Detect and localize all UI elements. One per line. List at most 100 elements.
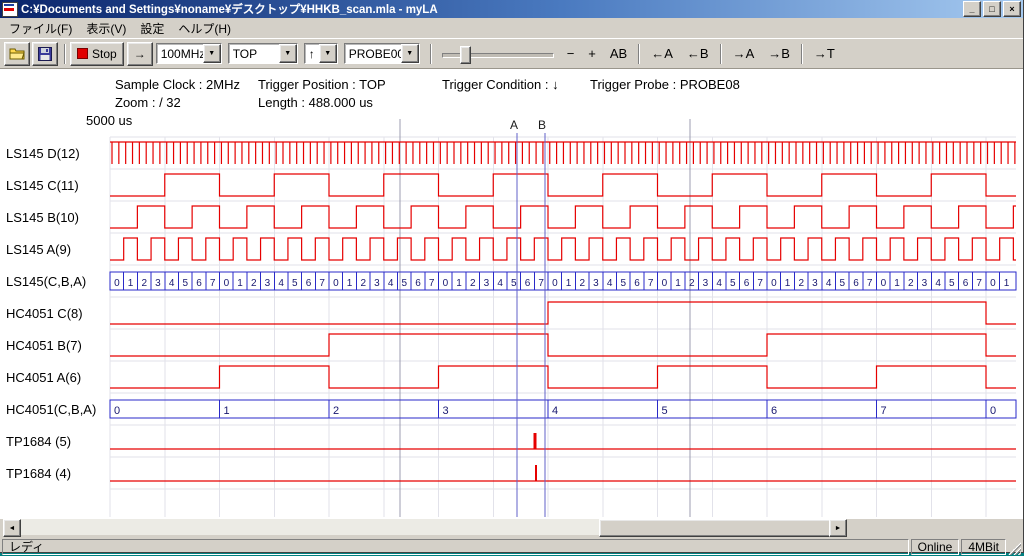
status-online: Online [911, 539, 960, 555]
zoom-slider[interactable] [442, 43, 554, 65]
trigger-pos-select[interactable]: TOP ▼ [228, 43, 298, 64]
bus-value: 4 [388, 278, 394, 289]
minimize-button[interactable]: _ [963, 1, 981, 17]
trigger-pos-dropdown-button[interactable]: ▼ [279, 44, 297, 63]
bus-value: 5 [840, 278, 846, 289]
scroll-right-button[interactable]: ► [829, 519, 847, 537]
menu-view[interactable]: 表示(V) [79, 18, 133, 39]
title-bar[interactable]: C:¥Documents and Settings¥noname¥デスクトップ¥… [0, 0, 1023, 18]
maximize-button[interactable]: □ [983, 1, 1001, 17]
bus-value: 5 [511, 278, 517, 289]
bus-value: 2 [333, 405, 339, 417]
channel-label: LS145 D(12) [6, 146, 80, 161]
bus-value: 6 [306, 278, 312, 289]
edge-value: ↑ [309, 47, 319, 61]
scrollbar-row: ◄ ► [0, 519, 1023, 536]
stop-label: Stop [92, 47, 117, 61]
goto-a-right-button[interactable]: →A [726, 42, 762, 66]
edge-select[interactable]: ↑ ▼ [304, 43, 338, 64]
goto-trigger-button[interactable]: →T [807, 42, 842, 66]
horizontal-scrollbar[interactable]: ◄ ► [3, 519, 847, 535]
toolbar-separator [638, 44, 640, 64]
zoom-slider-handle[interactable] [460, 46, 471, 64]
channel-label: LS145 A(9) [6, 242, 71, 257]
cursor-A-label: A [510, 118, 518, 132]
bus-value: 2 [141, 278, 147, 289]
bus-value: 6 [771, 405, 777, 417]
bus-value: 3 [443, 405, 449, 417]
waveform-HC4051 B(7) [110, 334, 1016, 356]
goto-b-left-button[interactable]: ←B [680, 42, 716, 66]
zoom-in-button[interactable]: + [581, 42, 603, 66]
bus-value: 4 [169, 278, 175, 289]
bus-value: 4 [497, 278, 503, 289]
channel-label: HC4051 B(7) [6, 338, 82, 353]
bus-value: 0 [443, 278, 449, 289]
bus-value: 7 [538, 278, 544, 289]
bus-value: 7 [319, 278, 325, 289]
bus-value: 5 [402, 278, 408, 289]
bus-value: 3 [155, 278, 161, 289]
bus-value: 4 [278, 278, 284, 289]
bus-value: 5 [292, 278, 298, 289]
menu-file[interactable]: ファイル(F) [2, 18, 79, 39]
clock-select[interactable]: 100MHz ▼ [156, 43, 222, 64]
bus-value: 7 [976, 278, 982, 289]
close-button[interactable]: × [1003, 1, 1021, 17]
bus-value: 1 [675, 278, 681, 289]
stop-icon [77, 48, 88, 59]
goto-a-left-button[interactable]: ←A [644, 42, 680, 66]
open-folder-icon [9, 47, 25, 60]
bus-value: 5 [662, 405, 668, 417]
menu-help[interactable]: ヘルプ(H) [171, 18, 238, 39]
info-trigger-condition: Trigger Condition : ↓ [442, 77, 559, 92]
open-button[interactable] [4, 42, 30, 66]
bus-value: 4 [552, 405, 558, 417]
bus-value: 6 [525, 278, 531, 289]
window-title: C:¥Documents and Settings¥noname¥デスクトップ¥… [21, 1, 961, 17]
menu-settings[interactable]: 設定 [133, 18, 171, 39]
bus-value: 7 [881, 405, 887, 417]
save-button[interactable] [32, 42, 58, 66]
scrollbar-thumb[interactable] [599, 519, 831, 537]
run-button[interactable]: → [127, 42, 153, 66]
toolbar: Stop → 100MHz ▼ TOP ▼ ↑ ▼ PROBE00 ▼ − + … [0, 38, 1023, 69]
probe-dropdown-button[interactable]: ▼ [401, 44, 419, 63]
bus-value: 1 [347, 278, 353, 289]
clock-dropdown-button[interactable]: ▼ [203, 44, 221, 63]
bus-value: 5 [621, 278, 627, 289]
bus-value: 6 [634, 278, 640, 289]
stop-button[interactable]: Stop [70, 42, 124, 66]
app-icon [2, 2, 18, 17]
info-zoom: Zoom : / 32 [115, 95, 181, 110]
bus-value: 3 [812, 278, 818, 289]
status-ready: レディ [2, 539, 909, 555]
goto-b-right-button[interactable]: →B [761, 42, 797, 66]
resize-grip[interactable] [1008, 542, 1021, 555]
time-offset-label: 5000 us [86, 113, 132, 128]
channel-label: TP1684 (5) [6, 434, 71, 449]
run-arrow-icon: → [134, 47, 146, 61]
bus-value: 0 [881, 278, 887, 289]
toolbar-separator [720, 44, 722, 64]
edge-dropdown-button[interactable]: ▼ [319, 44, 337, 63]
bus-value: 2 [689, 278, 695, 289]
channel-label: HC4051(C,B,A) [6, 402, 96, 417]
bus-value: 1 [224, 405, 230, 417]
scroll-left-button[interactable]: ◄ [3, 519, 21, 537]
waveform-area: LS145 D(12)LS145 C(11)LS145 B(10)LS145 A… [0, 69, 1023, 519]
bus-value: 0 [990, 405, 996, 417]
probe-select[interactable]: PROBE00 ▼ [344, 43, 420, 64]
bus-value: 2 [798, 278, 804, 289]
probe-value: PROBE00 [349, 47, 401, 61]
channel-label: HC4051 C(8) [6, 306, 83, 321]
bus-value: 1 [1004, 278, 1010, 289]
bus-value: 7 [757, 278, 763, 289]
bus-value: 2 [908, 278, 914, 289]
bus-value: 7 [429, 278, 435, 289]
info-length: Length : 488.000 us [258, 95, 373, 110]
ab-button[interactable]: AB [603, 42, 634, 66]
app-window: C:¥Documents and Settings¥noname¥デスクトップ¥… [0, 0, 1024, 553]
zoom-out-button[interactable]: − [560, 42, 582, 66]
bus-value: 3 [703, 278, 709, 289]
